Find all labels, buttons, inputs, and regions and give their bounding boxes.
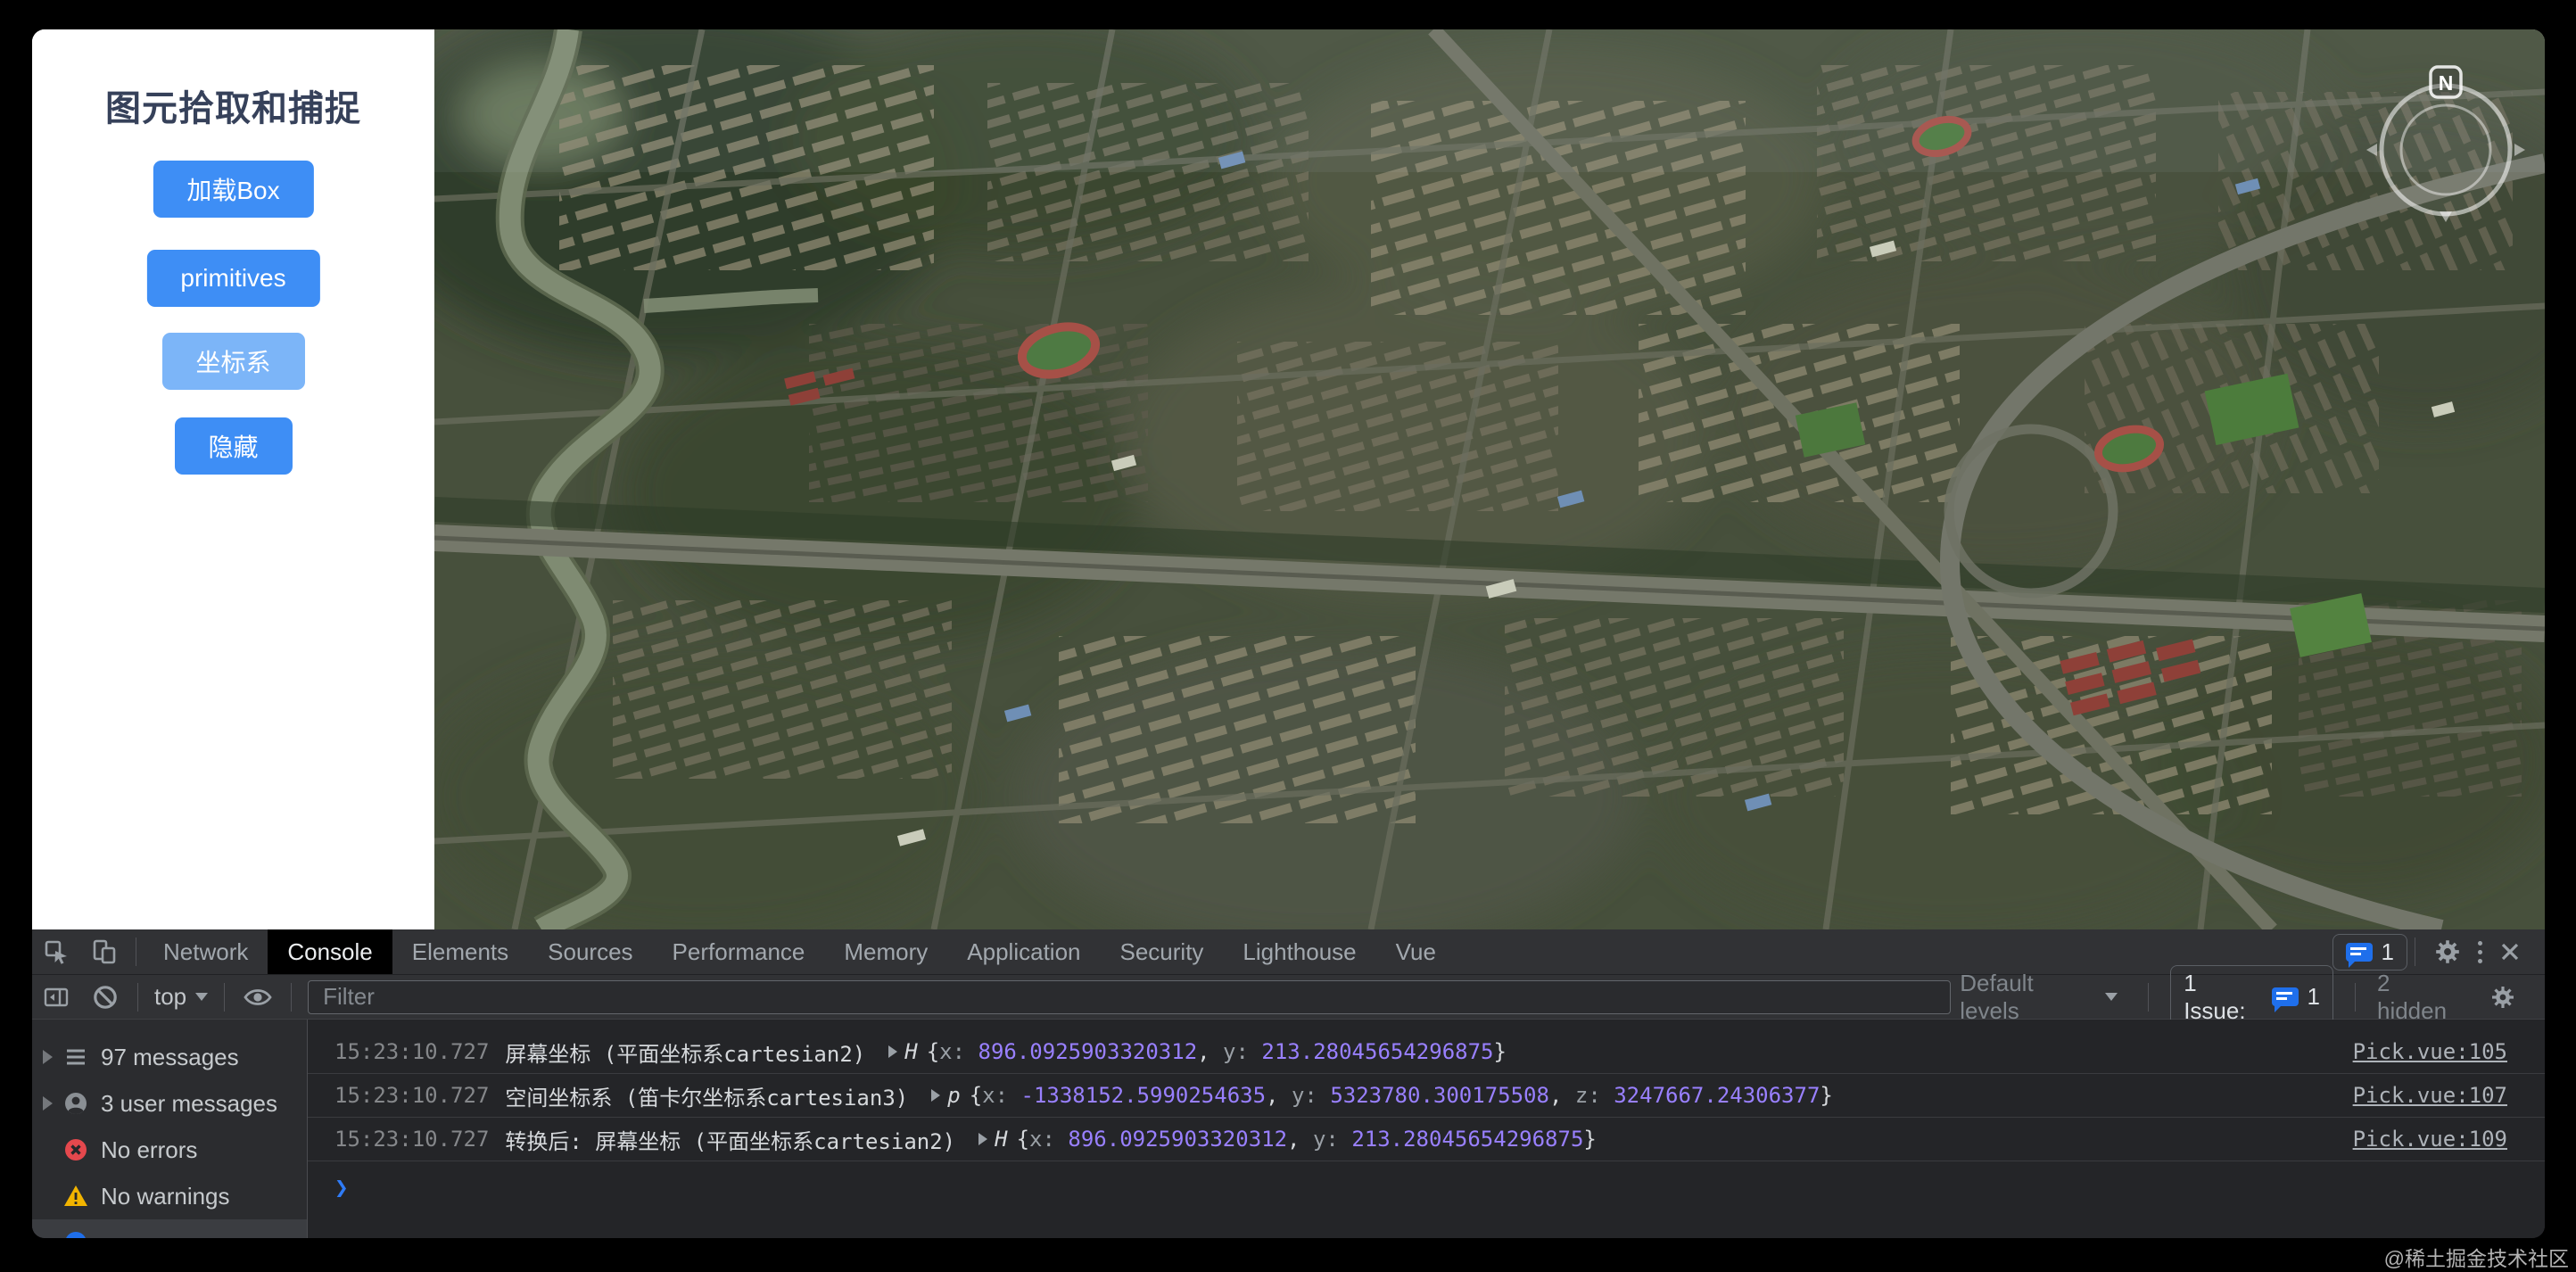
source-link[interactable]: Pick.vue:109 [2353,1127,2507,1152]
tab-application[interactable]: Application [947,929,1100,974]
source-link[interactable]: Pick.vue:107 [2353,1083,2507,1108]
object-preview[interactable]: x-1338152.5990254635y5323780.300175508z3… [970,1083,1833,1108]
issues-icon [2346,943,2373,962]
object-class-name: p [947,1083,960,1108]
expander-icon[interactable] [43,1096,53,1111]
console-messages: 15:23:10.727 屏幕坐标 (平面坐标系cartesian2) H x8… [308,1020,2545,1238]
chevron-down-icon [2105,993,2118,1001]
tab-lighthouse[interactable]: Lighthouse [1223,929,1375,974]
coordinate-system-button[interactable]: 坐标系 [161,333,304,390]
object-preview[interactable]: x896.0925903320312y213.28045654296875 [927,1039,1507,1064]
object-expander-icon[interactable] [978,1133,987,1145]
page-title: 图元拾取和捕捉 [32,79,434,131]
info-icon [63,1230,88,1238]
load-box-button[interactable]: 加载Box [153,161,313,218]
console-message-row: 15:23:10.727 转换后: 屏幕坐标 (平面坐标系cartesian2)… [308,1118,2545,1161]
tab-network[interactable]: Network [144,929,268,974]
message-text: 空间坐标系 (笛卡尔坐标系cartesian3) [505,1080,908,1111]
divider [2355,983,2356,1012]
console-prompt-row[interactable]: ❯ [308,1161,2545,1215]
console-settings-gear-icon[interactable] [2479,975,2527,1020]
devtools-panel: Network Console Elements Sources Perform… [32,929,2545,1238]
cesium-map-viewport[interactable]: N [434,29,2545,929]
filter-input[interactable] [309,983,1950,1011]
warning-icon [63,1184,88,1209]
object-class-name: H [904,1039,917,1064]
console-prompt-icon: ❯ [334,1175,349,1202]
tab-elements[interactable]: Elements [392,929,528,974]
sidebar-item-label: No errors [101,1136,197,1164]
issues-icon [2272,987,2298,1006]
object-preview[interactable]: x896.0925903320312y213.28045654296875 [1017,1127,1597,1152]
sidebar-item-user-messages[interactable]: 3 user messages [32,1080,307,1127]
console-sidebar: 97 messages 3 user messages [32,1020,308,1238]
tab-sources[interactable]: Sources [528,929,652,974]
object-class-name: H [995,1127,1007,1152]
console-sidebar-toggle-icon[interactable] [32,975,80,1020]
sidebar-item-info[interactable] [32,1219,307,1238]
clear-console-icon[interactable] [80,975,130,1020]
console-body: 97 messages 3 user messages [32,1020,2545,1238]
expander-icon[interactable] [43,1050,53,1064]
message-timestamp: 15:23:10.727 [334,1039,489,1064]
tab-performance[interactable]: Performance [653,929,825,974]
compass-north-label: N [2439,71,2454,95]
watermark-label: @稀土掘金技术社区 [2384,1242,2569,1272]
sidebar-item-label: 3 user messages [101,1090,277,1118]
console-toolbar: top Default levels [32,975,2545,1020]
primitives-button[interactable]: primitives [146,250,319,307]
message-timestamp: 15:23:10.727 [334,1083,489,1108]
sidebar-item-label: No warnings [101,1183,230,1210]
context-selector[interactable]: top [145,983,217,1011]
issue-count: 1 [2308,983,2320,1011]
object-expander-icon[interactable] [931,1089,940,1102]
console-message-row: 15:23:10.727 屏幕坐标 (平面坐标系cartesian2) H x8… [308,1030,2545,1074]
log-levels-value: Default levels [1960,970,2096,1025]
tab-console[interactable]: Console [268,929,392,974]
message-text: 转换后: 屏幕坐标 (平面坐标系cartesian2) [505,1124,955,1155]
sidebar-item-label: 97 messages [101,1044,239,1071]
web-page: 图元拾取和捕捉 加载Box primitives 坐标系 隐藏 [32,29,2545,929]
divider [2148,983,2149,1012]
issue-label: 1 Issue: [2184,970,2263,1025]
sidebar-item-warnings[interactable]: No warnings [32,1173,307,1219]
divider [137,983,138,1012]
satellite-imagery: N [434,29,2545,929]
message-timestamp: 15:23:10.727 [334,1127,489,1152]
issues-count: 1 [2382,938,2394,966]
chevron-down-icon [195,993,208,1001]
object-expander-icon[interactable] [888,1045,897,1058]
user-icon [63,1091,88,1116]
device-toolbar-icon[interactable] [80,929,128,974]
list-icon [63,1045,88,1070]
sidebar-item-all-messages[interactable]: 97 messages [32,1034,307,1080]
more-options-icon[interactable] [2473,941,2488,963]
hide-button[interactable]: 隐藏 [174,417,292,475]
divider [291,983,292,1012]
tab-vue[interactable]: Vue [1376,929,1456,974]
browser-content: 图元拾取和捕捉 加载Box primitives 坐标系 隐藏 [32,29,2545,1238]
control-panel: 图元拾取和捕捉 加载Box primitives 坐标系 隐藏 [32,29,434,929]
hidden-messages-label: 2 hidden [2377,970,2465,1025]
divider [224,983,225,1012]
log-levels-dropdown[interactable]: Default levels [1951,970,2126,1025]
error-icon [63,1137,88,1162]
source-link[interactable]: Pick.vue:105 [2353,1039,2507,1064]
context-value: top [154,983,186,1011]
screenshot-stage: 图元拾取和捕捉 加载Box primitives 坐标系 隐藏 [0,0,2576,1270]
sidebar-item-errors[interactable]: No errors [32,1127,307,1173]
filter-input-box [308,980,1951,1014]
inspect-element-icon[interactable] [32,929,80,974]
tab-memory[interactable]: Memory [824,929,947,974]
tab-security[interactable]: Security [1101,929,1224,974]
live-expression-eye-icon[interactable] [232,975,284,1020]
console-message-row: 15:23:10.727 空间坐标系 (笛卡尔坐标系cartesian3) p … [308,1074,2545,1118]
message-text: 屏幕坐标 (平面坐标系cartesian2) [505,1037,865,1068]
